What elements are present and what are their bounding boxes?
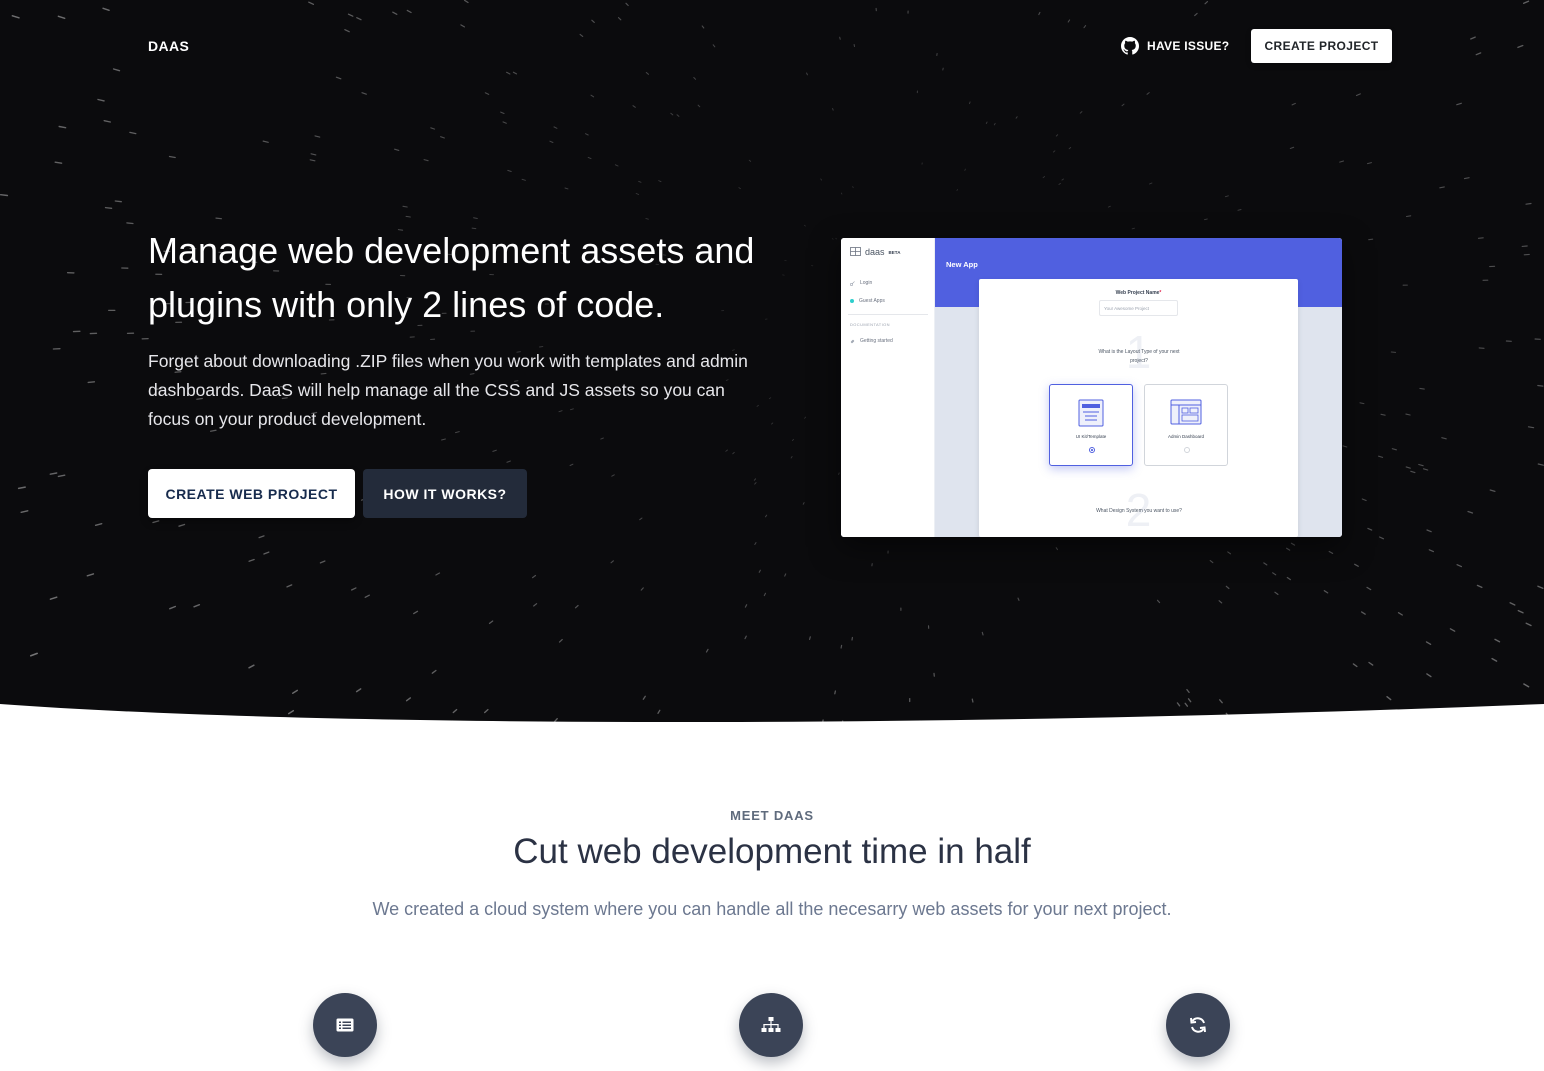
preview-form-card: Web Project Name* Your Awesome Project 1… xyxy=(979,279,1298,537)
preview-nav-login: Login xyxy=(850,280,872,286)
feature-icon-circle xyxy=(1166,993,1230,1057)
dashboard-icon xyxy=(1170,399,1202,425)
section-title: Cut web development time in half xyxy=(513,832,1031,871)
daas-logo-icon xyxy=(850,247,861,256)
preview-logo: daas BETA xyxy=(850,247,900,257)
preview-nav-guest-apps: Guest Apps xyxy=(850,298,885,304)
preview-radio-selected xyxy=(1089,447,1095,453)
hero-section: DAAS HAVE ISSUE? CREATE PROJECT Manage w… xyxy=(0,0,1544,730)
preview-option-admin-dashboard: Admin Dashboard xyxy=(1144,384,1228,466)
hero-description: Forget about downloading .ZIP files when… xyxy=(148,351,748,429)
feature-icon-circle xyxy=(739,993,803,1057)
section-description: We created a cloud system where you can … xyxy=(372,899,1172,919)
preview-radio-unselected xyxy=(1184,447,1190,453)
github-icon xyxy=(1121,37,1139,55)
preview-nav-label: Login xyxy=(860,280,873,286)
create-project-button[interactable]: CREATE PROJECT xyxy=(1251,29,1392,63)
sitemap-icon xyxy=(761,1017,781,1032)
preview-main: New App Web Project Name* Your Awesome P… xyxy=(935,238,1342,537)
preview-step-question: What Design System you want to use? xyxy=(1096,508,1182,514)
preview-section-label: DOCUMENTATION xyxy=(850,322,890,327)
preview-nav-getting-started: Getting started xyxy=(850,338,893,344)
have-issue-label: HAVE ISSUE? xyxy=(1147,39,1230,53)
hero-curve-divider xyxy=(0,704,1544,730)
key-icon xyxy=(850,280,855,286)
preview-nav-label: Getting started xyxy=(860,338,893,344)
create-web-project-button[interactable]: CREATE WEB PROJECT xyxy=(148,469,355,518)
preview-logo-text: daas xyxy=(865,247,885,257)
sync-icon xyxy=(1190,1017,1206,1033)
preview-project-name-field: Your Awesome Project xyxy=(1099,300,1178,316)
preview-field-label: Web Project Name* xyxy=(1115,290,1162,296)
feature-icon-circle xyxy=(313,993,377,1057)
preview-nav-label: Guest Apps xyxy=(859,298,885,304)
list-icon xyxy=(336,1018,354,1032)
cloud-icon xyxy=(850,299,854,303)
template-icon xyxy=(1078,399,1104,427)
preview-sidebar: daas BETA Login Guest Apps DOCUMENTATION… xyxy=(841,238,935,537)
preview-step-question: What is the Layout Type of your next pro… xyxy=(1098,349,1180,364)
preview-header-title: New App xyxy=(946,260,978,269)
section-eyebrow: MEET DAAS xyxy=(730,808,814,823)
have-issue-link[interactable]: HAVE ISSUE? xyxy=(1121,36,1229,56)
brand-logo[interactable]: DAAS xyxy=(148,38,189,54)
preview-option-ui-kit: UI Kit/Template xyxy=(1049,384,1133,466)
app-preview-image: daas BETA Login Guest Apps DOCUMENTATION… xyxy=(841,238,1342,537)
how-it-works-button[interactable]: HOW IT WORKS? xyxy=(363,469,527,518)
preview-beta-badge: BETA xyxy=(888,249,901,255)
preview-option-label: UI Kit/Template xyxy=(1075,434,1107,439)
preview-option-label: Admin Dashboard xyxy=(1167,434,1205,439)
hero-title: Manage web development assets and plugin… xyxy=(148,230,755,325)
rocket-icon xyxy=(850,339,855,343)
preview-divider xyxy=(848,314,928,315)
